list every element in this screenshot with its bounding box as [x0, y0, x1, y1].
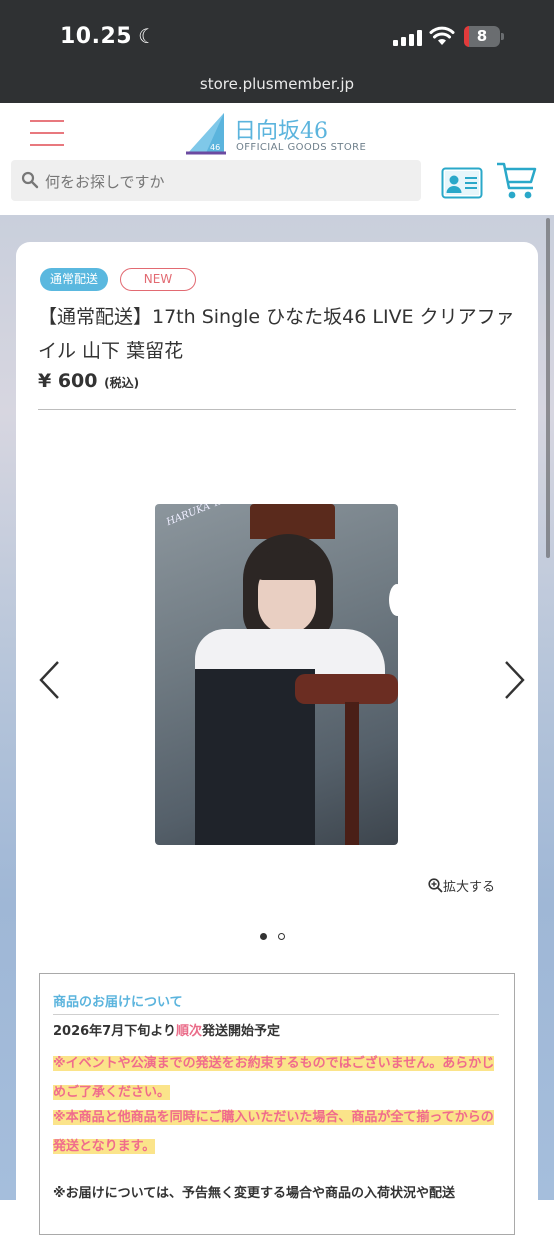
price-value: ¥ 600: [38, 370, 98, 392]
carousel-dots: [260, 925, 296, 944]
product-card: 通常配送 NEW 【通常配送】17th Single ひなた坂46 LIVE ク…: [16, 242, 538, 1235]
delivery-schedule: 2026年7月下旬より順次発送開始予定: [53, 1024, 280, 1039]
chevron-right-icon[interactable]: [502, 660, 526, 700]
chevron-left-icon[interactable]: [38, 660, 62, 700]
menu-icon[interactable]: [30, 120, 64, 146]
tag-delivery-type: 通常配送: [40, 268, 109, 291]
zoom-button[interactable]: 拡大する: [428, 876, 495, 895]
logo-mark-icon: [186, 113, 226, 155]
scrollbar[interactable]: [546, 218, 550, 558]
search-icon: [21, 171, 39, 189]
carousel-dot-1[interactable]: [260, 933, 267, 940]
delivery-note-2: ※本商品と他商品を同時にご購入いただいた場合、商品が全て揃ってからの発送となりま…: [53, 1110, 494, 1154]
moon-icon: ☾: [138, 24, 157, 48]
battery-icon: 8: [464, 26, 504, 47]
delivery-footer-note: ※お届けについては、予告無く変更する場合や商品の入荷状況や配送: [53, 1186, 455, 1201]
product-title: 【通常配送】17th Single ひなた坂46 LIVE クリアファイル 山下…: [38, 306, 515, 362]
cart-icon[interactable]: [495, 160, 539, 202]
carousel-dot-2[interactable]: [278, 933, 285, 940]
delivery-divider: [53, 1014, 499, 1015]
logo-title: 日向坂46: [234, 119, 328, 144]
delivery-info-box: 商品のお届けについて 2026年7月下旬より順次発送開始予定 ※イベントや公演ま…: [39, 973, 515, 1235]
divider: [38, 409, 516, 410]
address-bar[interactable]: store.plusmember.jp: [0, 75, 554, 93]
delivery-heading: 商品のお届けについて: [53, 995, 183, 1010]
member-card-icon[interactable]: [441, 167, 483, 199]
tag-new: NEW: [120, 268, 196, 291]
product-price: ¥ 600 (税込): [38, 370, 139, 392]
site-logo[interactable]: 46 日向坂46 OFFICIAL GOODS STORE: [186, 111, 376, 155]
tax-note: (税込): [104, 376, 140, 390]
search-bar[interactable]: [11, 160, 421, 203]
status-bar: 10.25 ☾ 8 store.plusmember.jp: [0, 0, 554, 103]
search-input[interactable]: [43, 160, 417, 203]
zoom-in-icon: [428, 878, 443, 893]
logo-subtitle: OFFICIAL GOODS STORE: [236, 142, 367, 153]
status-time: 10.25 ☾: [60, 24, 157, 49]
product-image[interactable]: HARUKA YAMASHITA: [155, 504, 398, 845]
wifi-icon: [429, 26, 455, 45]
delivery-note-1: ※イベントや公演までの発送をお約束するものではございません。あらかじめご了承くだ…: [53, 1056, 495, 1100]
site-header: 46 日向坂46 OFFICIAL GOODS STORE: [0, 103, 554, 215]
signal-icon: [393, 30, 423, 46]
zoom-label: 拡大する: [443, 880, 496, 895]
logo-badge: 46: [210, 143, 221, 152]
battery-level: 8: [476, 27, 488, 45]
